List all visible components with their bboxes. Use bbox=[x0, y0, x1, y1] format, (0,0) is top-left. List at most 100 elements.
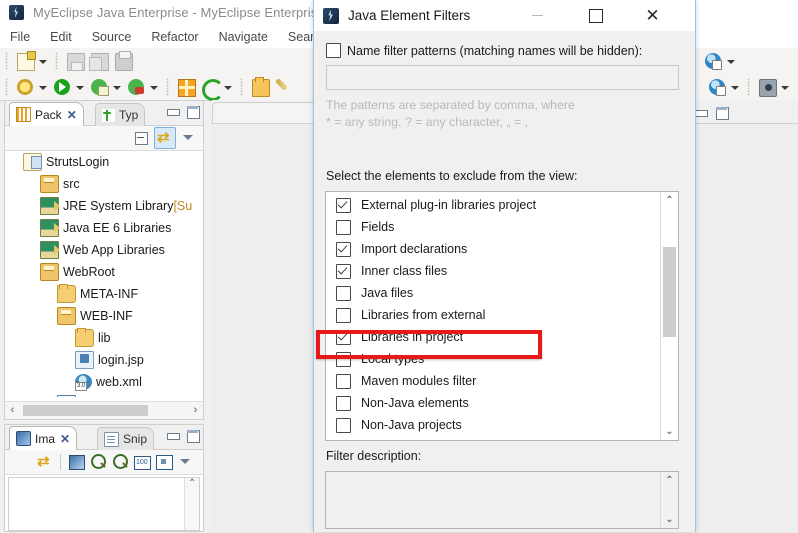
web-browser-icon[interactable] bbox=[706, 76, 728, 98]
tab-close-icon[interactable]: ✕ bbox=[60, 432, 70, 446]
scroll-right-arrow-icon[interactable]: › bbox=[188, 403, 203, 418]
tab-type-hierarchy[interactable]: Typ bbox=[95, 103, 146, 126]
run-dropdown-icon[interactable] bbox=[74, 76, 85, 98]
view-menu-icon[interactable] bbox=[176, 452, 196, 472]
pin-icon[interactable] bbox=[273, 76, 295, 98]
tree-item-meta-inf[interactable]: META-INF bbox=[5, 283, 203, 305]
scroll-thumb[interactable] bbox=[663, 247, 676, 337]
filter-list-item[interactable]: Maven modules filter bbox=[326, 370, 663, 392]
tree-item-webroot[interactable]: WebRoot bbox=[5, 261, 203, 283]
menu-item-edit[interactable]: Edit bbox=[40, 28, 82, 46]
toolbar-grip[interactable] bbox=[747, 78, 750, 96]
tab-package-explorer[interactable]: Pack ✕ bbox=[9, 102, 84, 126]
maximize-icon[interactable] bbox=[186, 429, 200, 443]
close-button[interactable]: ✕ bbox=[630, 0, 675, 31]
run-server-dropdown-icon[interactable] bbox=[148, 76, 159, 98]
view-menu-icon[interactable] bbox=[179, 128, 199, 148]
image-vertical-scrollbar[interactable] bbox=[184, 478, 199, 530]
maximize-button[interactable] bbox=[573, 0, 618, 31]
toolbar-grip[interactable] bbox=[166, 78, 169, 96]
menu-item-file[interactable]: File bbox=[0, 28, 40, 46]
tab-snippets[interactable]: Snip bbox=[97, 427, 155, 450]
tree-item-web-app-libraries[interactable]: Web App Libraries bbox=[5, 239, 203, 261]
new-file-icon[interactable] bbox=[14, 50, 36, 72]
filter-description-box[interactable]: ⌃ ⌄ bbox=[325, 471, 679, 529]
maximize-icon[interactable] bbox=[186, 105, 200, 119]
filter-checkbox[interactable] bbox=[336, 417, 351, 433]
scroll-thumb[interactable] bbox=[23, 405, 148, 416]
scroll-down-arrow-icon[interactable]: ⌄ bbox=[661, 423, 678, 440]
filter-checkbox[interactable] bbox=[336, 219, 351, 235]
link-with-editor-icon[interactable] bbox=[154, 127, 176, 149]
scroll-left-arrow-icon[interactable]: ‹ bbox=[5, 403, 20, 418]
deploy-dropdown-icon[interactable] bbox=[725, 50, 736, 72]
filter-checkbox[interactable] bbox=[336, 395, 351, 411]
tab-image-viewer[interactable]: Ima ✕ bbox=[9, 426, 78, 450]
tree-item-web-xml[interactable]: web.xml bbox=[5, 371, 203, 393]
tree-item-login-jsp[interactable]: login.jsp bbox=[5, 349, 203, 371]
menu-item-refactor[interactable]: Refactor bbox=[141, 28, 208, 46]
name-filter-checkbox[interactable] bbox=[326, 43, 341, 58]
run-icon[interactable] bbox=[51, 76, 73, 98]
tree-item-web-inf[interactable]: WEB-INF bbox=[5, 305, 203, 327]
name-filter-input[interactable] bbox=[326, 65, 679, 90]
collapse-all-icon[interactable] bbox=[131, 128, 151, 148]
tree-item-lib[interactable]: lib bbox=[5, 327, 203, 349]
menu-item-source[interactable]: Source bbox=[82, 28, 142, 46]
filter-checkbox[interactable] bbox=[336, 197, 351, 213]
deploy-icon[interactable] bbox=[702, 50, 724, 72]
filter-list-item[interactable]: Libraries from external bbox=[326, 304, 663, 326]
maximize-icon[interactable] bbox=[715, 106, 729, 120]
web-browser-dropdown-icon[interactable] bbox=[729, 76, 740, 98]
minimize-icon[interactable] bbox=[166, 105, 180, 118]
link-with-editor-icon[interactable] bbox=[35, 452, 55, 472]
new-file-dropdown-icon[interactable] bbox=[37, 50, 48, 72]
save-all-icon[interactable] bbox=[88, 50, 110, 72]
package-tree-horizontal-scrollbar[interactable]: ‹ › bbox=[5, 401, 203, 419]
scroll-down-arrow-icon[interactable]: ⌄ bbox=[661, 511, 678, 528]
name-filter-checkbox-row[interactable]: Name filter patterns (matching names wil… bbox=[326, 43, 642, 58]
toolbar-grip[interactable] bbox=[5, 52, 8, 70]
tree-item-strutslogin[interactable]: StrutsLogin bbox=[5, 151, 203, 173]
filter-checkbox[interactable] bbox=[336, 307, 351, 323]
tree-item-jre-system-library[interactable]: JRE System Library [Su bbox=[5, 195, 203, 217]
filter-checkbox[interactable] bbox=[336, 285, 351, 301]
menu-item-navigate[interactable]: Navigate bbox=[209, 28, 278, 46]
image-canvas[interactable] bbox=[8, 477, 200, 531]
toolbar-grip[interactable] bbox=[240, 78, 243, 96]
debug-icon[interactable] bbox=[14, 76, 36, 98]
zoom-out-icon[interactable] bbox=[88, 452, 108, 472]
filter-list-item[interactable]: Non-Java projects bbox=[326, 414, 663, 436]
zoom-in-icon[interactable] bbox=[110, 452, 130, 472]
green-refresh-dropdown-icon[interactable] bbox=[222, 76, 233, 98]
tree-item-src[interactable]: src bbox=[5, 173, 203, 195]
zoom-100-icon[interactable]: 100 bbox=[132, 452, 152, 472]
scroll-up-arrow-icon[interactable]: ⌃ bbox=[661, 472, 678, 489]
minimize-button[interactable] bbox=[515, 0, 560, 31]
save-icon[interactable] bbox=[64, 50, 86, 72]
package-tree[interactable]: StrutsLogin src JRE System Library [Su J… bbox=[5, 151, 203, 397]
filter-description-scrollbar[interactable]: ⌃ ⌄ bbox=[660, 472, 678, 528]
open-resource-icon[interactable] bbox=[249, 76, 271, 98]
debug-dropdown-icon[interactable] bbox=[37, 76, 48, 98]
snapshot-camera-icon[interactable] bbox=[756, 76, 778, 98]
filter-list-item[interactable]: Inner class files bbox=[326, 260, 663, 282]
filter-checkbox[interactable] bbox=[336, 241, 351, 257]
run-configurations-dropdown-icon[interactable] bbox=[111, 76, 122, 98]
filter-list-item[interactable]: Fields bbox=[326, 216, 663, 238]
filter-list-item[interactable]: Non-Java elements bbox=[326, 392, 663, 414]
minimize-icon[interactable] bbox=[166, 429, 180, 442]
tab-close-icon[interactable]: ✕ bbox=[67, 108, 77, 122]
filter-list-vertical-scrollbar[interactable]: ⌃ ⌄ bbox=[660, 192, 678, 440]
filter-list-item[interactable]: External plug-in libraries project bbox=[326, 194, 663, 216]
tree-item-index-jsp[interactable]: index.jsp bbox=[5, 393, 203, 397]
fit-to-window-icon[interactable] bbox=[154, 452, 174, 472]
toolbar-grip[interactable] bbox=[55, 52, 58, 70]
run-configurations-icon[interactable] bbox=[88, 76, 110, 98]
open-image-icon[interactable] bbox=[66, 452, 86, 472]
filter-checkbox[interactable] bbox=[336, 373, 351, 389]
filter-checkbox[interactable] bbox=[336, 263, 351, 279]
filter-list-box[interactable]: External plug-in libraries project Field… bbox=[325, 191, 679, 441]
filter-list-item[interactable]: Java files bbox=[326, 282, 663, 304]
green-refresh-icon[interactable] bbox=[199, 76, 224, 101]
